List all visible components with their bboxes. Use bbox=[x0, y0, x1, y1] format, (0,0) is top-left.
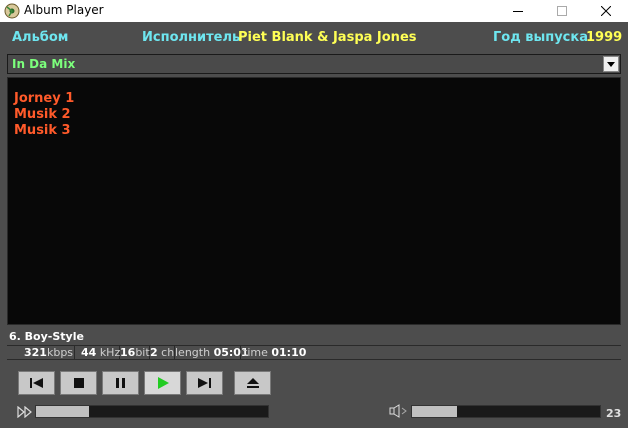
previous-button[interactable] bbox=[18, 371, 55, 395]
bits-unit: bit bbox=[135, 346, 150, 359]
app-icon bbox=[4, 3, 20, 19]
time-value: 01:10 bbox=[271, 346, 307, 359]
skip-previous-icon bbox=[29, 378, 43, 388]
list-item[interactable]: Musik 3 bbox=[14, 123, 71, 138]
list-item[interactable]: Jorney 1 bbox=[14, 91, 74, 106]
track-info-bar: 321kbps 44 kHz 16bit 2 ch length 05:01 t… bbox=[7, 345, 621, 360]
album-dropdown[interactable]: In Da Mix bbox=[7, 54, 621, 74]
bitrate-value: 321 bbox=[24, 346, 47, 359]
skip-next-icon bbox=[197, 378, 211, 388]
volume-slider[interactable] bbox=[411, 405, 601, 418]
now-playing-title: 6. Boy-Style bbox=[9, 330, 84, 343]
volume-level-fill bbox=[412, 406, 458, 417]
close-button[interactable] bbox=[584, 0, 628, 22]
artist-label: Исполнитель bbox=[142, 30, 241, 45]
stop-button[interactable] bbox=[60, 371, 97, 395]
time-label: time bbox=[243, 346, 268, 359]
close-icon bbox=[601, 6, 611, 16]
play-icon bbox=[157, 377, 169, 389]
fast-forward-icon[interactable] bbox=[17, 405, 33, 423]
artist-value: Piet Blank & Jaspa Jones bbox=[238, 30, 417, 45]
time-info: time 01:10 bbox=[243, 346, 306, 359]
next-button[interactable] bbox=[186, 371, 223, 395]
pause-icon bbox=[115, 378, 125, 388]
dropdown-arrow-button[interactable] bbox=[603, 56, 619, 72]
volume-value: 23 bbox=[606, 407, 622, 420]
bitrate-unit: kbps bbox=[46, 346, 74, 359]
minimize-button[interactable] bbox=[496, 0, 540, 22]
album-label: Альбом bbox=[12, 30, 69, 45]
samplerate-info: 44 kHz bbox=[81, 346, 120, 359]
window-title: Album Player bbox=[24, 3, 104, 17]
track-list[interactable]: Jorney 1 Musik 2 Musik 3 bbox=[7, 77, 621, 325]
volume-icon[interactable] bbox=[389, 404, 409, 423]
channels-value: 2 bbox=[150, 346, 158, 359]
channels-unit: ch bbox=[161, 346, 175, 359]
eject-button[interactable] bbox=[234, 371, 271, 395]
year-label: Год выпуска bbox=[493, 30, 588, 45]
bits-value: 16 bbox=[120, 346, 136, 359]
seek-slider[interactable] bbox=[35, 405, 269, 418]
maximize-button[interactable] bbox=[540, 0, 584, 22]
samplerate-unit: kHz bbox=[99, 346, 121, 359]
length-label: length bbox=[175, 346, 211, 359]
bitrate-info: 321kbps bbox=[24, 346, 75, 359]
samplerate-value: 44 bbox=[81, 346, 97, 359]
year-value: 1999 bbox=[586, 30, 623, 45]
maximize-icon bbox=[557, 6, 567, 16]
seek-progress-fill bbox=[36, 406, 90, 417]
chevron-down-icon bbox=[607, 61, 615, 67]
album-dropdown-value: In Da Mix bbox=[12, 57, 76, 71]
eject-icon bbox=[246, 378, 259, 388]
bits-info: 16bit bbox=[120, 346, 150, 359]
pause-button[interactable] bbox=[102, 371, 139, 395]
minimize-icon bbox=[513, 11, 523, 12]
list-item[interactable]: Musik 2 bbox=[14, 107, 71, 122]
length-info: length 05:01 bbox=[175, 346, 249, 359]
stop-icon bbox=[73, 378, 84, 388]
play-button[interactable] bbox=[144, 371, 181, 395]
channels-info: 2 ch bbox=[150, 346, 175, 359]
title-bar: Album Player bbox=[0, 0, 628, 22]
